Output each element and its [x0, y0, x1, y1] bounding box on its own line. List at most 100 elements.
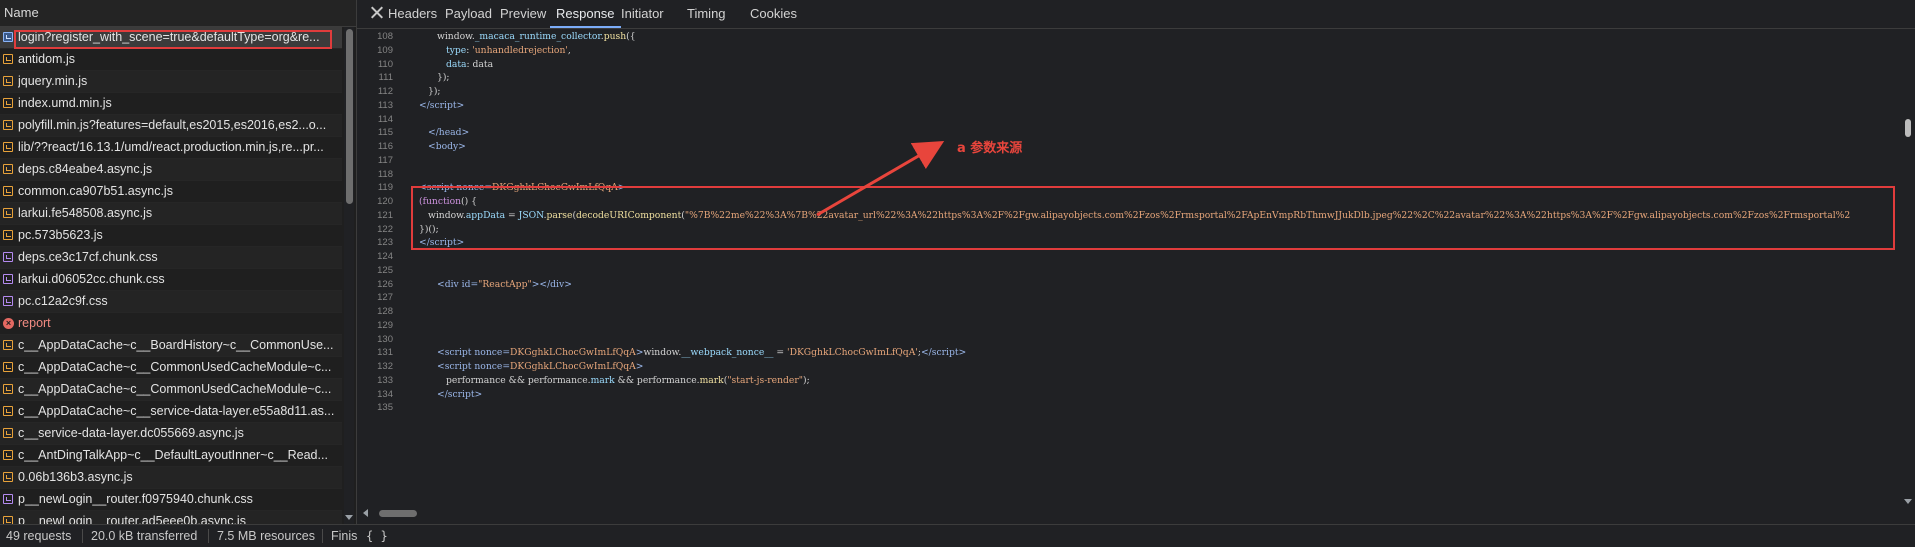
scroll-down-icon[interactable]: [1904, 499, 1912, 504]
request-row[interactable]: polyfill.min.js?features=default,es2015,…: [0, 115, 342, 137]
script-file-icon: [3, 120, 13, 130]
request-row[interactable]: jquery.min.js: [0, 71, 342, 93]
code-text: });: [437, 72, 450, 84]
line-number: 128: [377, 306, 393, 317]
request-row[interactable]: c__AppDataCache~c__service-data-layer.e5…: [0, 401, 342, 423]
tab-cookies[interactable]: Cookies: [750, 0, 797, 28]
request-list-panel: Name login?register_with_scene=true&defa…: [0, 0, 357, 524]
request-row[interactable]: deps.c84eabe4.async.js: [0, 159, 342, 181]
request-name: c__service-data-layer.dc055669.async.js: [18, 426, 244, 440]
line-number: 108: [377, 31, 393, 42]
request-name: larkui.d06052cc.chunk.css: [18, 272, 165, 286]
status-divider: [208, 529, 209, 543]
script-file-icon: [3, 230, 13, 240]
tab-preview[interactable]: Preview: [500, 0, 546, 28]
request-list-scrollbar[interactable]: [344, 27, 354, 524]
close-icon[interactable]: [369, 5, 385, 21]
line-number: 124: [377, 251, 393, 262]
scrollbar-thumb[interactable]: [379, 510, 417, 517]
code-text: <script nonce=DKGghkLChocGwImLfQqA>: [437, 361, 644, 372]
request-row[interactable]: c__AppDataCache~c__BoardHistory~c__Commo…: [0, 335, 342, 357]
request-name: index.umd.min.js: [18, 96, 112, 110]
request-row[interactable]: p__newLogin__router.f0975940.chunk.css: [0, 489, 342, 511]
line-number: 121: [377, 209, 393, 221]
request-row[interactable]: × report: [0, 313, 342, 335]
script-file-icon: [3, 98, 13, 108]
code-line: 108 window._macaca_runtime_collector.push…: [357, 30, 1897, 44]
line-number: 114: [377, 113, 393, 125]
line-number: 118: [377, 168, 393, 180]
vertical-scrollbar[interactable]: [1903, 29, 1913, 506]
tab-initiator[interactable]: Initiator: [621, 0, 664, 28]
request-row[interactable]: c__service-data-layer.dc055669.async.js: [0, 423, 342, 445]
resources-size: 7.5 MB resources: [217, 529, 315, 543]
request-name: polyfill.min.js?features=default,es2015,…: [18, 118, 327, 132]
code-line: 116 <body>: [357, 140, 1897, 154]
line-number: 111: [378, 72, 393, 84]
request-name: c__AppDataCache~c__BoardHistory~c__Commo…: [18, 338, 334, 352]
scroll-left-icon[interactable]: [363, 509, 368, 517]
code-line: 110 data: data: [357, 58, 1897, 72]
scrollbar-thumb[interactable]: [1905, 119, 1911, 137]
scroll-down-icon[interactable]: [345, 515, 353, 520]
line-number: 131: [377, 347, 393, 359]
request-row[interactable]: c__AntDingTalkApp~c__DefaultLayoutInner~…: [0, 445, 342, 467]
script-file-icon: [3, 208, 13, 218]
request-row[interactable]: c__AppDataCache~c__CommonUsedCacheModule…: [0, 357, 342, 379]
request-row[interactable]: lib/??react/16.13.1/umd/react.production…: [0, 137, 342, 159]
request-name: common.ca907b51.async.js: [18, 184, 173, 198]
code-line: 123 </script>: [357, 236, 1897, 250]
request-name: c__AppDataCache~c__CommonUsedCacheModule…: [18, 382, 332, 396]
code-text: type: 'unhandledrejection',: [446, 44, 571, 56]
request-name: 0.06b136b3.async.js: [18, 470, 133, 484]
script-file-icon: [3, 516, 13, 524]
code-line: 114: [357, 113, 1897, 127]
horizontal-scrollbar[interactable]: [357, 506, 1897, 520]
script-file-icon: [3, 428, 13, 438]
request-name: lib/??react/16.13.1/umd/react.production…: [18, 140, 324, 154]
line-number: 116: [377, 141, 393, 152]
line-number: 112: [377, 86, 393, 97]
code-text: <body>: [428, 141, 466, 152]
request-row[interactable]: larkui.d06052cc.chunk.css: [0, 269, 342, 291]
line-number: 123: [377, 237, 393, 249]
code-text: <script nonce=DKGghkLChocGwImLfQqA>: [419, 182, 626, 194]
code-text: data: data: [446, 58, 494, 70]
script-file-icon: [3, 164, 13, 174]
request-row[interactable]: deps.ce3c17cf.chunk.css: [0, 247, 342, 269]
tab-response[interactable]: Response: [550, 0, 621, 28]
request-row[interactable]: p__newLogin__router.ad5eee0b.async.js: [0, 511, 342, 524]
request-name: c__AppDataCache~c__service-data-layer.e5…: [18, 404, 335, 418]
tab-payload[interactable]: Payload: [445, 0, 492, 28]
request-row[interactable]: pc.573b5623.js: [0, 225, 342, 247]
request-row[interactable]: common.ca907b51.async.js: [0, 181, 342, 203]
tab-timing[interactable]: Timing: [687, 0, 726, 28]
request-row[interactable]: larkui.fe548508.async.js: [0, 203, 342, 225]
line-number: 129: [377, 319, 393, 331]
response-source[interactable]: 108 window._macaca_runtime_collector.push…: [357, 29, 1897, 506]
code-text: });: [428, 86, 441, 97]
request-row[interactable]: login?register_with_scene=true&defaultTy…: [0, 27, 342, 49]
request-row[interactable]: antidom.js: [0, 49, 342, 71]
scrollbar-thumb[interactable]: [346, 29, 353, 204]
code-line: 115 </head>: [357, 126, 1897, 140]
request-row[interactable]: c__AppDataCache~c__CommonUsedCacheModule…: [0, 379, 342, 401]
line-number: 122: [377, 223, 393, 235]
line-number: 135: [377, 402, 393, 414]
name-column-header[interactable]: Name: [0, 0, 356, 27]
request-row[interactable]: 0.06b136b3.async.js: [0, 467, 342, 489]
code-line: 117: [357, 154, 1897, 168]
request-row[interactable]: index.umd.min.js: [0, 93, 342, 115]
request-row[interactable]: pc.c12a2c9f.css: [0, 291, 342, 313]
script-file-icon: [3, 186, 13, 196]
line-number: 130: [377, 333, 393, 345]
tab-headers[interactable]: Headers: [388, 0, 437, 28]
status-bar: 49 requests 20.0 kB transferred 7.5 MB r…: [0, 524, 1915, 547]
request-name: antidom.js: [18, 52, 75, 66]
detail-tabs: Headers Payload Preview Response Initiator Ti…: [357, 0, 1915, 29]
pretty-print-icon[interactable]: { }: [366, 525, 388, 547]
code-line: 127: [357, 291, 1897, 305]
code-text: })();: [419, 223, 439, 235]
code-text: <div id="ReactApp"></div>: [437, 278, 572, 290]
status-divider: [82, 529, 83, 543]
